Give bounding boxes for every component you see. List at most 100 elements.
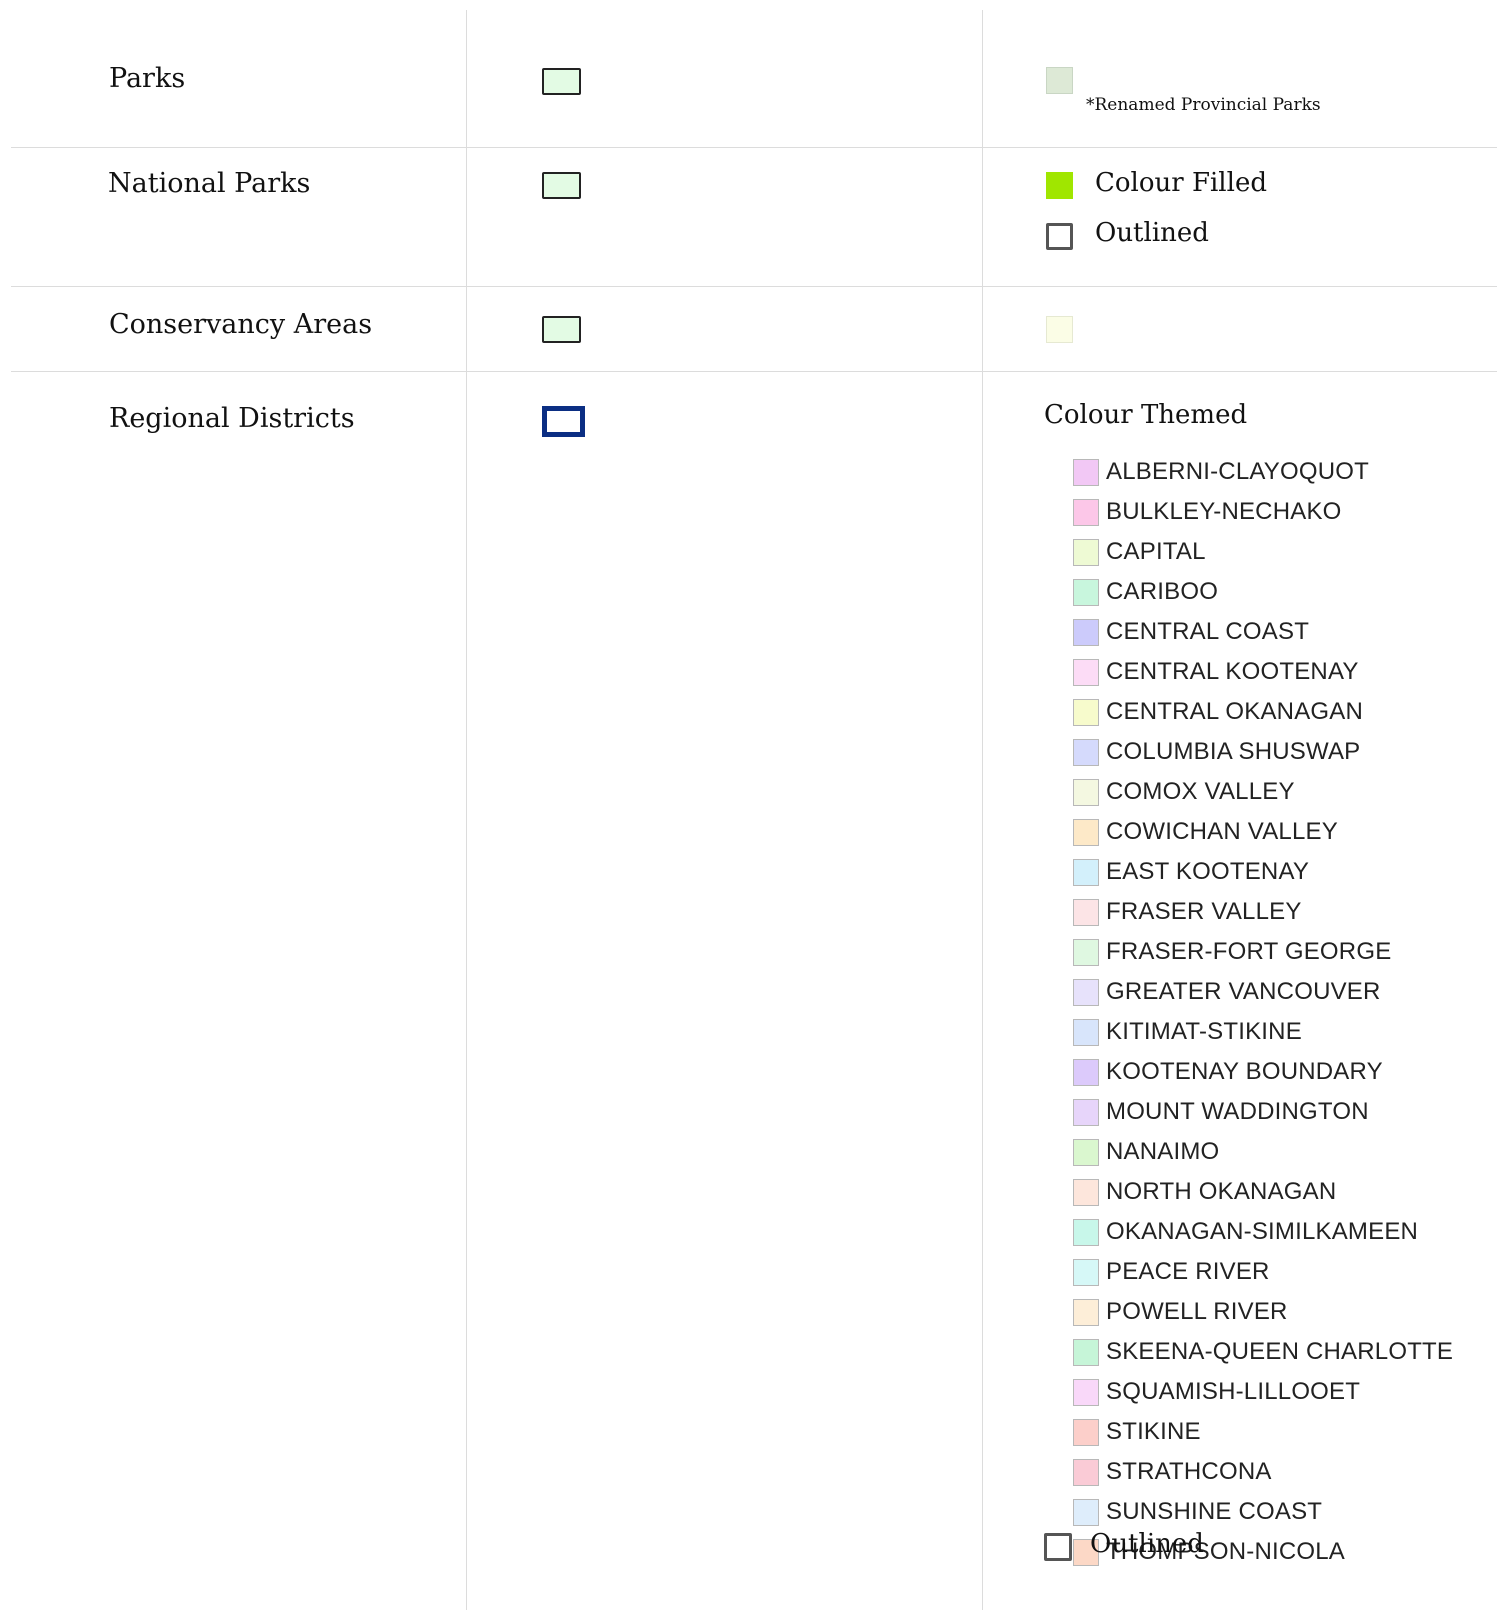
district-legend-item: MOUNT WADDINGTON [1073, 1092, 1453, 1132]
district-color-swatch [1073, 738, 1099, 766]
district-color-swatch [1073, 498, 1099, 526]
district-color-swatch [1073, 618, 1099, 646]
district-color-swatch [1073, 1458, 1099, 1486]
district-legend-item: SQUAMISH-LILLOOET [1073, 1372, 1453, 1412]
district-legend-item: FRASER-FORT GEORGE [1073, 932, 1453, 972]
district-legend-item: FRASER VALLEY [1073, 892, 1453, 932]
district-legend-item: KITIMAT-STIKINE [1073, 1012, 1453, 1052]
district-legend-item: COWICHAN VALLEY [1073, 812, 1453, 852]
district-name: ALBERNI-CLAYOQUOT [1106, 458, 1370, 485]
district-color-swatch [1073, 1018, 1099, 1046]
district-name: GREATER VANCOUVER [1106, 978, 1381, 1005]
district-color-swatch [1073, 898, 1099, 926]
district-legend-item: CARIBOO [1073, 572, 1453, 612]
district-legend-item: NORTH OKANAGAN [1073, 1172, 1453, 1212]
district-legend-item: NANAIMO [1073, 1132, 1453, 1172]
district-name: KOOTENAY BOUNDARY [1106, 1058, 1383, 1085]
district-name: MOUNT WADDINGTON [1106, 1098, 1369, 1125]
district-name: CARIBOO [1106, 578, 1219, 605]
district-name: COLUMBIA SHUSWAP [1106, 738, 1361, 765]
district-name: CAPITAL [1106, 538, 1206, 565]
district-name: CENTRAL KOOTENAY [1106, 658, 1359, 685]
district-name: CENTRAL OKANAGAN [1106, 698, 1364, 725]
district-legend-item: PEACE RIVER [1073, 1252, 1453, 1292]
column-divider-2 [982, 10, 983, 1610]
district-color-swatch [1073, 938, 1099, 966]
layer-name-conservancy-areas: Conservancy Areas [109, 309, 373, 340]
district-legend-item: COMOX VALLEY [1073, 772, 1453, 812]
district-name: SKEENA-QUEEN CHARLOTTE [1106, 1338, 1454, 1365]
parks-rename-note: *Renamed Provincial Parks [1086, 95, 1321, 115]
layer-name-parks: Parks [109, 63, 186, 94]
district-color-swatch [1073, 1298, 1099, 1326]
row-divider-3 [11, 371, 1497, 372]
parks-legend-swatch [1046, 67, 1073, 94]
district-color-swatch [1073, 578, 1099, 606]
colour-filled-swatch [1046, 172, 1073, 199]
district-color-swatch [1073, 1058, 1099, 1086]
district-legend-item: STRATHCONA [1073, 1452, 1453, 1492]
district-name: FRASER VALLEY [1106, 898, 1302, 925]
district-legend-item: CENTRAL COAST [1073, 612, 1453, 652]
district-legend-item: CENTRAL OKANAGAN [1073, 692, 1453, 732]
district-name: SUNSHINE COAST [1106, 1498, 1323, 1525]
layer-name-national-parks: National Parks [108, 168, 311, 199]
district-name: SQUAMISH-LILLOOET [1106, 1378, 1361, 1405]
district-name: KITIMAT-STIKINE [1106, 1018, 1302, 1045]
regional-districts-map-symbol [542, 406, 585, 437]
district-name: STIKINE [1106, 1418, 1201, 1445]
row-divider-2 [11, 286, 1497, 287]
district-color-swatch [1073, 1258, 1099, 1286]
district-color-swatch [1073, 1338, 1099, 1366]
district-legend-item: ALBERNI-CLAYOQUOT [1073, 452, 1453, 492]
district-legend-item: POWELL RIVER [1073, 1292, 1453, 1332]
district-legend-item: STIKINE [1073, 1412, 1453, 1452]
row-divider-1 [11, 147, 1497, 148]
district-name: COWICHAN VALLEY [1106, 818, 1338, 845]
outlined-label: Outlined [1095, 218, 1209, 248]
district-color-swatch [1073, 1418, 1099, 1446]
district-name: COMOX VALLEY [1106, 778, 1295, 805]
parks-map-symbol [542, 68, 581, 95]
district-color-swatch [1073, 658, 1099, 686]
outlined-swatch [1046, 223, 1073, 250]
district-legend-list: ALBERNI-CLAYOQUOT BULKLEY-NECHAKO CAPITAL C… [1073, 452, 1453, 1572]
district-color-swatch [1073, 778, 1099, 806]
districts-outlined-label: Outlined [1090, 1529, 1204, 1559]
district-legend-item: SKEENA-QUEEN CHARLOTTE [1073, 1332, 1453, 1372]
district-color-swatch [1073, 978, 1099, 1006]
district-color-swatch [1073, 1098, 1099, 1126]
district-name: FRASER-FORT GEORGE [1106, 938, 1392, 965]
district-name: OKANAGAN-SIMILKAMEEN [1106, 1218, 1419, 1245]
district-color-swatch [1073, 538, 1099, 566]
district-name: STRATHCONA [1106, 1458, 1272, 1485]
district-color-swatch [1073, 1378, 1099, 1406]
district-color-swatch [1073, 1498, 1099, 1526]
district-legend-item: BULKLEY-NECHAKO [1073, 492, 1453, 532]
district-color-swatch [1073, 858, 1099, 886]
district-name: NORTH OKANAGAN [1106, 1178, 1337, 1205]
national-parks-map-symbol [542, 172, 581, 199]
district-legend-item: CAPITAL [1073, 532, 1453, 572]
colour-filled-label: Colour Filled [1095, 168, 1267, 198]
district-name: POWELL RIVER [1106, 1298, 1288, 1325]
colour-themed-label: Colour Themed [1044, 400, 1248, 430]
district-name: CENTRAL COAST [1106, 618, 1310, 645]
conservancy-legend-swatch [1046, 316, 1073, 343]
district-color-swatch [1073, 1178, 1099, 1206]
district-name: BULKLEY-NECHAKO [1106, 498, 1342, 525]
district-color-swatch [1073, 1138, 1099, 1166]
district-color-swatch [1073, 698, 1099, 726]
district-legend-item: OKANAGAN-SIMILKAMEEN [1073, 1212, 1453, 1252]
layer-name-regional-districts: Regional Districts [109, 403, 355, 434]
district-color-swatch [1073, 818, 1099, 846]
column-divider-1 [466, 10, 467, 1610]
district-legend-item: GREATER VANCOUVER [1073, 972, 1453, 1012]
conservancy-map-symbol [542, 316, 581, 343]
district-legend-item: KOOTENAY BOUNDARY [1073, 1052, 1453, 1092]
district-legend-item: CENTRAL KOOTENAY [1073, 652, 1453, 692]
district-name: NANAIMO [1106, 1138, 1220, 1165]
district-name: EAST KOOTENAY [1106, 858, 1310, 885]
district-color-swatch [1073, 1218, 1099, 1246]
district-legend-item: COLUMBIA SHUSWAP [1073, 732, 1453, 772]
